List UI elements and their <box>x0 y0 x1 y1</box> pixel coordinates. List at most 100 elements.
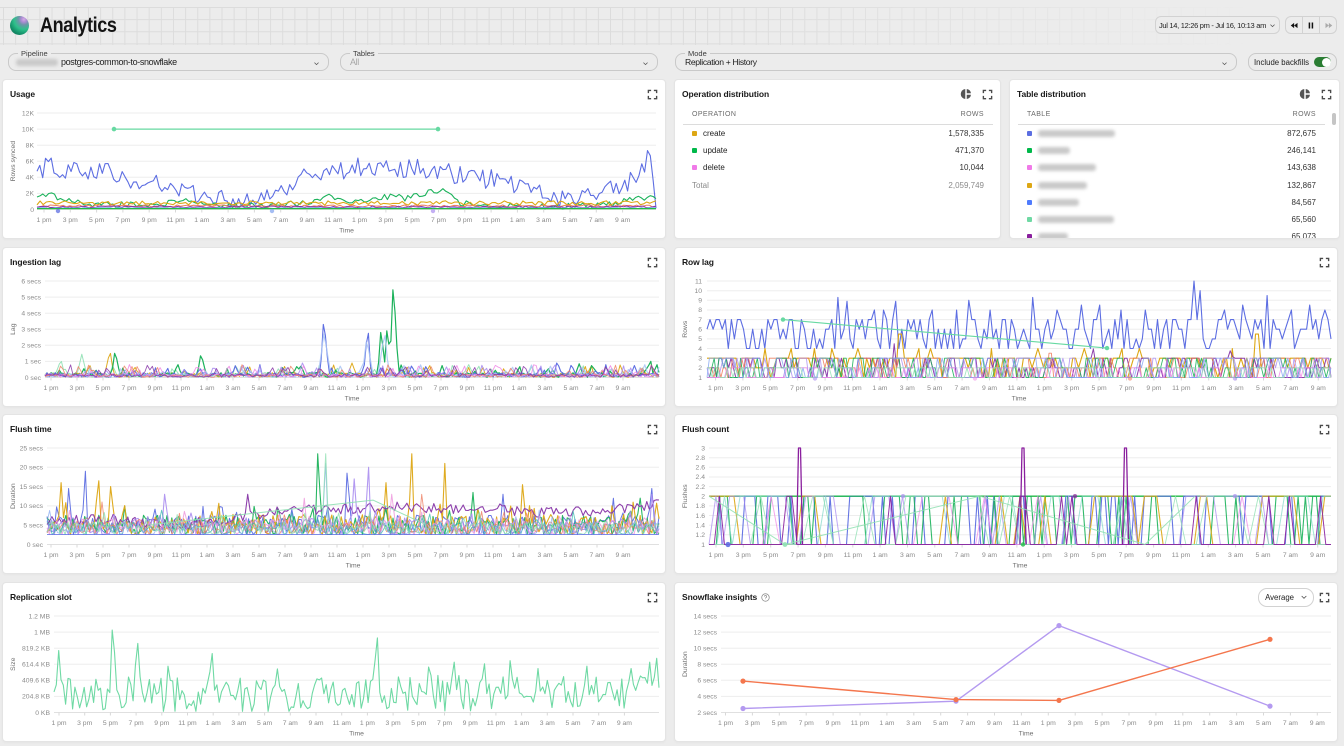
svg-text:7 am: 7 am <box>960 720 975 727</box>
svg-text:5 pm: 5 pm <box>95 552 110 559</box>
svg-text:1 am: 1 am <box>194 217 209 224</box>
svg-text:10 secs: 10 secs <box>20 503 44 510</box>
svg-text:11 pm: 11 pm <box>172 552 191 559</box>
svg-text:9 pm: 9 pm <box>1148 720 1163 727</box>
svg-text:1 am: 1 am <box>879 720 894 727</box>
svg-text:3 pm: 3 pm <box>63 217 78 224</box>
svg-text:7 am: 7 am <box>283 720 298 727</box>
svg-text:Size: Size <box>10 657 17 670</box>
svg-text:1 am: 1 am <box>511 385 526 392</box>
svg-text:Duration: Duration <box>682 651 689 677</box>
svg-text:1 pm: 1 pm <box>360 720 375 727</box>
svg-text:6 secs: 6 secs <box>21 278 41 285</box>
svg-text:2.2: 2.2 <box>696 484 706 491</box>
svg-text:Rows: Rows <box>682 320 689 338</box>
svg-text:4 secs: 4 secs <box>21 311 41 318</box>
svg-text:1 pm: 1 pm <box>1037 552 1052 559</box>
svg-text:7 pm: 7 pm <box>121 385 136 392</box>
svg-text:9 am: 9 am <box>308 720 323 727</box>
svg-text:9 am: 9 am <box>303 385 318 392</box>
svg-text:3 pm: 3 pm <box>1064 552 1079 559</box>
svg-text:11 am: 11 am <box>328 385 347 392</box>
svg-text:7 am: 7 am <box>1283 552 1298 559</box>
svg-text:7 pm: 7 pm <box>431 217 446 224</box>
svg-text:3 pm: 3 pm <box>381 552 396 559</box>
svg-text:5 am: 5 am <box>562 217 577 224</box>
svg-text:3 pm: 3 pm <box>1068 720 1083 727</box>
svg-text:11 pm: 11 pm <box>482 217 501 224</box>
svg-text:7 am: 7 am <box>1283 720 1298 727</box>
svg-text:5 pm: 5 pm <box>407 385 422 392</box>
svg-text:20 secs: 20 secs <box>20 465 44 472</box>
svg-text:6 secs: 6 secs <box>697 678 717 685</box>
svg-text:Time: Time <box>349 731 364 738</box>
svg-text:0 KB: 0 KB <box>35 710 50 717</box>
svg-text:5 am: 5 am <box>933 720 948 727</box>
svg-text:9 pm: 9 pm <box>154 720 169 727</box>
svg-text:1 MB: 1 MB <box>34 629 50 636</box>
svg-text:204.8 KB: 204.8 KB <box>22 694 50 701</box>
svg-text:11 pm: 11 pm <box>1172 385 1191 392</box>
svg-text:5 am: 5 am <box>1255 552 1270 559</box>
svg-text:1 pm: 1 pm <box>43 552 58 559</box>
svg-text:3 am: 3 am <box>536 217 551 224</box>
svg-text:3: 3 <box>701 445 705 452</box>
svg-text:1 pm: 1 pm <box>51 720 66 727</box>
svg-text:1.8: 1.8 <box>696 503 706 510</box>
svg-text:9 am: 9 am <box>299 217 314 224</box>
svg-text:4K: 4K <box>26 175 35 182</box>
svg-text:1 pm: 1 pm <box>1041 720 1056 727</box>
svg-text:5 am: 5 am <box>927 552 942 559</box>
svg-text:10: 10 <box>694 288 702 295</box>
svg-text:3: 3 <box>698 356 702 363</box>
svg-text:5 am: 5 am <box>257 720 272 727</box>
svg-text:5 pm: 5 pm <box>763 385 778 392</box>
svg-text:7 pm: 7 pm <box>799 720 814 727</box>
svg-text:11 pm: 11 pm <box>178 720 197 727</box>
svg-text:7 pm: 7 pm <box>1119 385 1134 392</box>
svg-text:5 pm: 5 pm <box>1092 385 1107 392</box>
svg-text:1 am: 1 am <box>1202 720 1217 727</box>
svg-text:0: 0 <box>30 207 34 214</box>
svg-text:6K: 6K <box>26 159 35 166</box>
svg-text:9 am: 9 am <box>615 217 630 224</box>
svg-text:3 pm: 3 pm <box>381 385 396 392</box>
svg-text:9 am: 9 am <box>1310 552 1325 559</box>
svg-text:7 am: 7 am <box>955 385 970 392</box>
svg-text:5 am: 5 am <box>1256 385 1271 392</box>
svg-text:7 am: 7 am <box>273 217 288 224</box>
svg-text:Lag: Lag <box>10 323 17 335</box>
svg-text:9 pm: 9 pm <box>457 217 472 224</box>
svg-text:5 secs: 5 secs <box>23 523 43 530</box>
svg-text:3 am: 3 am <box>1228 552 1243 559</box>
svg-text:3 am: 3 am <box>900 552 915 559</box>
svg-text:8 secs: 8 secs <box>697 662 717 669</box>
svg-text:1 am: 1 am <box>514 720 529 727</box>
svg-text:3 pm: 3 pm <box>1064 385 1079 392</box>
svg-text:5 pm: 5 pm <box>763 552 778 559</box>
svg-text:7 pm: 7 pm <box>433 385 448 392</box>
svg-text:11 am: 11 am <box>328 552 347 559</box>
svg-text:614.4 KB: 614.4 KB <box>22 662 50 669</box>
svg-text:11 pm: 11 pm <box>851 720 870 727</box>
svg-text:9 pm: 9 pm <box>463 720 478 727</box>
svg-text:7 pm: 7 pm <box>1121 720 1136 727</box>
svg-text:5 am: 5 am <box>563 385 578 392</box>
svg-text:819.2 KB: 819.2 KB <box>22 646 50 653</box>
svg-text:7 am: 7 am <box>591 720 606 727</box>
svg-text:1 am: 1 am <box>1201 385 1216 392</box>
svg-text:2 secs: 2 secs <box>697 710 717 717</box>
svg-text:12K: 12K <box>22 110 35 117</box>
svg-text:3 pm: 3 pm <box>386 720 401 727</box>
svg-text:1 am: 1 am <box>873 552 888 559</box>
svg-text:1 pm: 1 pm <box>355 385 370 392</box>
svg-text:2.6: 2.6 <box>696 465 706 472</box>
svg-text:7 pm: 7 pm <box>121 552 136 559</box>
svg-text:11 pm: 11 pm <box>843 385 862 392</box>
svg-text:5 pm: 5 pm <box>1095 720 1110 727</box>
svg-text:15 secs: 15 secs <box>20 484 44 491</box>
svg-text:7 pm: 7 pm <box>433 552 448 559</box>
svg-text:1.4: 1.4 <box>696 523 706 530</box>
svg-text:5 am: 5 am <box>1256 720 1271 727</box>
svg-text:3 am: 3 am <box>1229 720 1244 727</box>
